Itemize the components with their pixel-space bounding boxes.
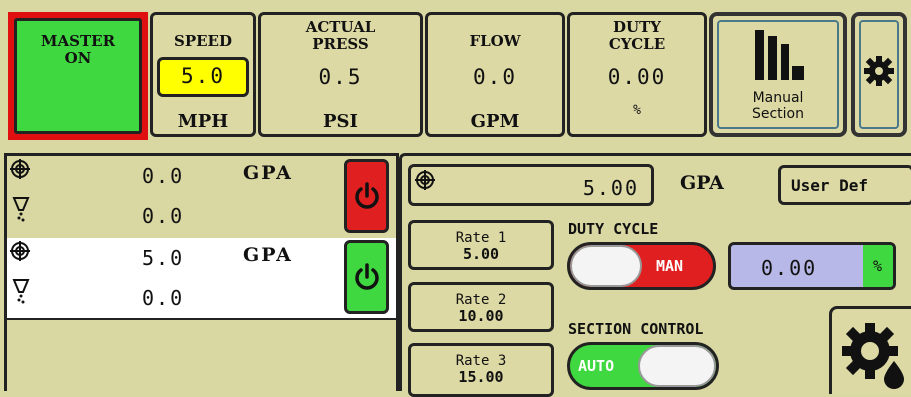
flow-value: 0.0	[473, 65, 517, 89]
nozzle-target-icon	[415, 170, 435, 190]
rate-2-label: Rate 2	[455, 292, 507, 308]
bar-chart-icon	[755, 30, 804, 80]
product-rate-unit: GPA	[243, 162, 293, 184]
spray-nozzle-icon	[12, 197, 30, 222]
power-icon	[355, 182, 379, 209]
duty-cycle-setting: 0.00	[761, 256, 818, 280]
master-label-line1: MASTER	[40, 32, 116, 50]
duty-cycle-panel: DUTY CYCLE 0.00 %	[567, 12, 707, 137]
master-label-line2: ON	[64, 49, 92, 67]
master-on-button[interactable]: MASTER ON	[8, 12, 148, 140]
rate-1-value: 5.00	[462, 245, 500, 263]
actual-press-value: 0.5	[318, 65, 363, 89]
rate-3-button[interactable]: Rate 3 15.00	[408, 343, 554, 397]
control-panel: 5.00 GPA User Def Rate 1 5.00 Rate 2 10.…	[399, 153, 911, 397]
rate-2-value: 10.00	[458, 307, 504, 325]
rate-1-button[interactable]: Rate 1 5.00	[408, 220, 554, 270]
product-rate: 0.0	[142, 164, 185, 188]
power-icon	[355, 263, 379, 290]
nozzle-target-icon	[10, 241, 30, 261]
user-def-button[interactable]: User Def	[778, 165, 911, 205]
section-control-title: SECTION CONTROL	[568, 320, 704, 338]
target-rate-value: 5.00	[582, 176, 639, 200]
gear-drop-icon	[842, 323, 904, 389]
manual-section-label-line1: Manual	[752, 90, 804, 106]
duty-cycle-value-box[interactable]: 0.00 %	[728, 242, 896, 290]
product-rate: 5.0	[142, 246, 185, 270]
section-toggle-label: AUTO	[578, 357, 615, 375]
product-row-selected[interactable]: 5.0 GPA 0.0	[7, 238, 396, 318]
actual-press-panel: ACTUAL PRESS 0.5 PSI	[258, 12, 423, 137]
duty-cycle-toggle[interactable]: MAN	[567, 242, 716, 290]
target-rate-box[interactable]: 5.00	[408, 164, 654, 206]
speed-label: SPEED	[174, 32, 232, 50]
speed-panel: SPEED 5.0 MPH	[150, 12, 256, 137]
duty-cycle-setting-unit: %	[873, 257, 883, 275]
speed-value: 5.0	[181, 64, 225, 88]
duty-cycle-unit: %	[633, 103, 641, 118]
actual-press-label-line1: ACTUAL	[305, 18, 376, 36]
rate-3-label: Rate 3	[455, 353, 507, 369]
calibration-settings-button[interactable]	[829, 306, 911, 394]
speed-value-box[interactable]: 5.0	[157, 57, 249, 97]
product-power-button[interactable]	[344, 159, 389, 233]
actual-press-unit: PSI	[323, 111, 358, 132]
product-row[interactable]: 0.0 GPA 0.0	[7, 156, 396, 236]
toggle-knob	[570, 245, 642, 287]
user-def-label: User Def	[791, 176, 869, 195]
nozzle-target-icon	[10, 159, 30, 179]
duty-cycle-value: 0.00	[607, 65, 667, 89]
duty-cycle-label-line2: CYCLE	[608, 35, 666, 53]
manual-section-button[interactable]: Manual Section	[709, 12, 847, 137]
product-applied: 0.0	[142, 286, 185, 310]
flow-panel: FLOW 0.0 GPM	[425, 12, 565, 137]
duty-cycle-label-line1: DUTY	[613, 18, 661, 36]
spray-nozzle-icon	[12, 279, 30, 304]
section-control-toggle[interactable]: AUTO	[567, 342, 719, 390]
duty-cycle-title: DUTY CYCLE	[568, 220, 659, 238]
product-applied: 0.0	[142, 204, 185, 228]
flow-label: FLOW	[469, 32, 521, 50]
rate-3-value: 15.00	[458, 368, 504, 386]
manual-section-label-line2: Section	[751, 106, 804, 122]
settings-button[interactable]	[851, 12, 907, 137]
toggle-knob	[638, 345, 716, 387]
duty-toggle-label: MAN	[656, 257, 684, 275]
product-power-button[interactable]	[344, 240, 389, 314]
rate-2-button[interactable]: Rate 2 10.00	[408, 282, 554, 332]
product-rate-unit: GPA	[243, 244, 293, 266]
product-list: 0.0 GPA 0.0 5.0 GPA 0.0	[4, 153, 399, 391]
rate-1-label: Rate 1	[455, 230, 507, 246]
target-rate-unit: GPA	[680, 172, 724, 194]
flow-unit: GPM	[470, 111, 520, 132]
speed-unit: MPH	[177, 111, 229, 132]
gear-icon	[864, 56, 894, 86]
actual-press-label-line2: PRESS	[312, 35, 369, 53]
